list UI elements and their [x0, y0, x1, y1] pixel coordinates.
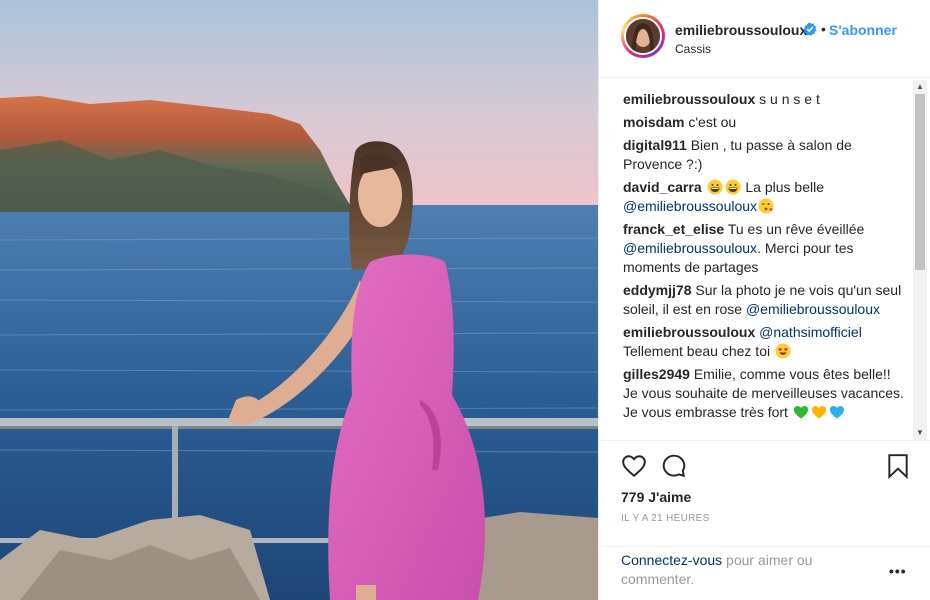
bookmark-icon[interactable] — [885, 453, 911, 479]
grinning-face-icon — [707, 179, 723, 195]
comment: gilles2949 Emilie, comme vous êtes belle… — [623, 365, 909, 422]
comment-text: La plus belle — [741, 179, 825, 195]
post-photo[interactable] — [0, 0, 598, 600]
comment: digital911 Bien , tu passe à salon de Pr… — [623, 136, 909, 174]
comment-username[interactable]: digital911 — [623, 137, 687, 153]
scrollbar-thumb[interactable] — [915, 94, 925, 270]
login-prompt: Connectez-vous pour aimer ou commenter. — [621, 551, 841, 589]
mention-link[interactable]: @emiliebroussouloux — [746, 301, 880, 317]
post-timestamp: IL Y A 21 HEURES — [621, 513, 710, 524]
comment-username[interactable]: emiliebroussouloux — [623, 324, 755, 340]
header-separator: • — [821, 21, 826, 37]
comment-username[interactable]: gilles2949 — [623, 366, 690, 382]
comment-text: Tellement beau chez toi — [623, 343, 774, 359]
mention-link[interactable]: @nathsimofficiel — [759, 324, 862, 340]
comment: eddymjj78 Sur la photo je ne vois qu'un … — [623, 281, 909, 319]
comment-list: emiliebroussouloux s u n s e t moisdam c'… — [623, 90, 909, 426]
comment: emiliebroussouloux s u n s e t — [623, 90, 909, 109]
blue-heart-icon — [829, 404, 845, 420]
post-side-panel: emiliebroussouloux • S'abonner Cassis em… — [598, 0, 930, 600]
comment: moisdam c'est ou — [623, 113, 909, 132]
more-options-icon[interactable]: ••• — [889, 563, 907, 579]
post-header: emiliebroussouloux • S'abonner Cassis — [599, 0, 930, 78]
comment-text: s u n s e t — [759, 91, 820, 107]
scroll-down-arrow-icon[interactable]: ▼ — [913, 426, 927, 440]
kissing-face-icon — [758, 198, 774, 214]
instagram-post: emiliebroussouloux • S'abonner Cassis em… — [0, 0, 930, 600]
comment: franck_et_elise Tu es un rêve éveillée @… — [623, 220, 909, 277]
heart-eyes-face-icon — [775, 343, 791, 359]
post-location[interactable]: Cassis — [675, 42, 711, 56]
avatar[interactable] — [624, 17, 662, 55]
mention-link[interactable]: @emiliebroussouloux — [623, 198, 757, 214]
grinning-face-icon — [725, 179, 741, 195]
comment-text: c'est ou — [688, 114, 737, 130]
comment-username[interactable]: moisdam — [623, 114, 684, 130]
comment-icon[interactable] — [661, 453, 687, 479]
comments-section[interactable]: emiliebroussouloux s u n s e t moisdam c'… — [599, 78, 930, 440]
comment: david_carra La plus belle @emiliebrousso… — [623, 178, 909, 216]
comment-username[interactable]: eddymjj78 — [623, 282, 691, 298]
comment-text: Tu es un rêve éveillée — [727, 221, 865, 237]
story-ring[interactable] — [621, 14, 665, 58]
avatar-image — [626, 19, 660, 53]
comment-username[interactable]: emiliebroussouloux — [623, 91, 755, 107]
post-username[interactable]: emiliebroussouloux — [675, 22, 807, 38]
yellow-heart-icon — [811, 404, 827, 420]
comments-scrollbar[interactable]: ▲ ▼ — [913, 80, 927, 440]
heart-icon[interactable] — [621, 453, 647, 479]
mention-link[interactable]: @emiliebroussouloux — [623, 240, 757, 256]
scroll-up-arrow-icon[interactable]: ▲ — [913, 80, 927, 94]
follow-button[interactable]: S'abonner — [829, 22, 897, 38]
post-actions: 779 J'aime IL Y A 21 HEURES — [599, 440, 930, 546]
like-count[interactable]: 779 J'aime — [621, 489, 691, 505]
verified-badge-icon — [803, 22, 817, 36]
login-link[interactable]: Connectez-vous — [621, 552, 722, 568]
comment: emiliebroussouloux @nathsimofficiel Tell… — [623, 323, 909, 361]
green-heart-icon — [793, 404, 809, 420]
sunset-sea-photo — [0, 0, 598, 600]
comment-username[interactable]: david_carra — [623, 179, 702, 195]
post-footer: Connectez-vous pour aimer ou commenter. … — [599, 546, 930, 600]
comment-username[interactable]: franck_et_elise — [623, 221, 724, 237]
